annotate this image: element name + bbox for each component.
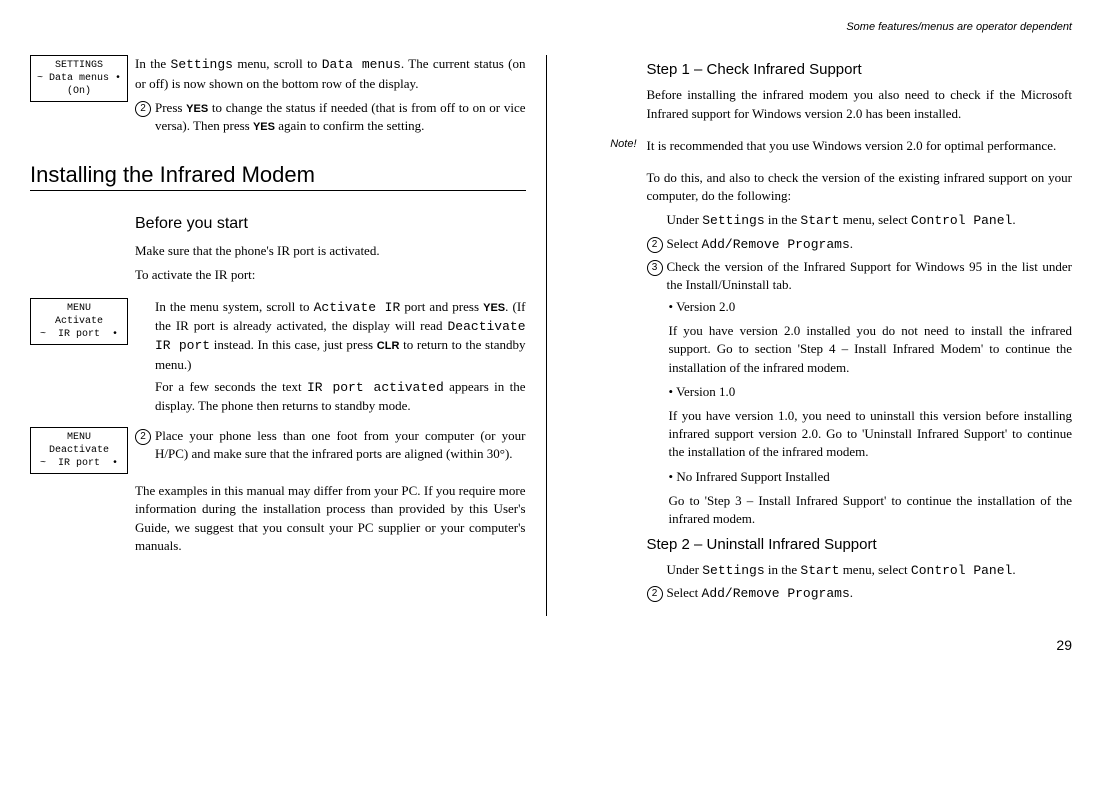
version-bullet: Version 1.0 xyxy=(669,383,1073,401)
phone-display-deactivate: MENU Deactivate ~ IR port • xyxy=(30,427,125,474)
t: in the xyxy=(765,562,801,577)
display-line: ~ IR port • xyxy=(33,328,125,341)
key-yes: YES xyxy=(253,121,275,133)
phone-display-settings: SETTINGS ~ Data menus • (On) xyxy=(30,55,125,139)
display-line: MENU xyxy=(33,302,125,315)
display-line: Activate xyxy=(33,315,125,328)
display-line: Deactivate xyxy=(33,444,125,457)
t: Select xyxy=(667,585,702,600)
t: menu, select xyxy=(839,212,910,227)
menu-item: Settings xyxy=(702,563,764,578)
menu-item: Control Panel xyxy=(911,563,1012,578)
header-note: Some features/menus are operator depende… xyxy=(30,20,1072,35)
t: Check the version of the Infrared Suppor… xyxy=(667,258,1073,294)
paragraph: If you have version 2.0 installed you do… xyxy=(669,322,1073,377)
version-bullet: No Infrared Support Installed xyxy=(669,468,1073,486)
display-text: IR port activated xyxy=(307,380,444,395)
step-number-2-icon: 2 xyxy=(135,101,151,117)
menu-item: Add/Remove Programs xyxy=(702,237,850,252)
menu-item: Add/Remove Programs xyxy=(702,586,850,601)
numbered-step: 3 Check the version of the Infrared Supp… xyxy=(647,258,1073,294)
paragraph: Make sure that the phone's IR port is ac… xyxy=(135,242,526,260)
phone-display-activate: MENU Activate ~ IR port • xyxy=(30,298,125,419)
step-number-2-icon: 2 xyxy=(647,237,663,253)
display-line: ~ Data menus • xyxy=(33,72,125,85)
content-columns: SETTINGS ~ Data menus • (On) In the Sett… xyxy=(30,55,1072,615)
step-number-3-icon: 3 xyxy=(647,260,663,276)
menu-item: Start xyxy=(800,213,839,228)
instruction: Under Settings in the Start menu, select… xyxy=(647,211,1073,230)
numbered-step: 2 Select Add/Remove Programs. xyxy=(647,235,1073,254)
t: Under xyxy=(667,562,703,577)
key-clr: CLR xyxy=(377,340,400,352)
instruction: For a few seconds the text IR port activ… xyxy=(135,378,526,415)
t: Select xyxy=(667,236,702,251)
paragraph: The examples in this manual may differ f… xyxy=(135,482,526,555)
step-heading: Step 2 – Uninstall Infrared Support xyxy=(647,534,1073,555)
t: Press xyxy=(155,100,186,115)
section-heading: Installing the Infrared Modem xyxy=(30,160,526,192)
note-label: Note! xyxy=(577,137,637,161)
display-line: (On) xyxy=(33,85,125,98)
step-heading: Step 1 – Check Infrared Support xyxy=(647,59,1073,80)
t: menu, scroll to xyxy=(233,56,322,71)
menu-item: Start xyxy=(800,563,839,578)
paragraph: Go to 'Step 3 – Install Infrared Support… xyxy=(669,492,1073,528)
instruction: In the menu system, scroll to Activate I… xyxy=(135,298,526,374)
t: again to confirm the setting. xyxy=(275,118,424,133)
paragraph: If you have version 1.0, you need to uni… xyxy=(669,407,1073,462)
left-column: SETTINGS ~ Data menus • (On) In the Sett… xyxy=(30,55,547,615)
menu-item: Settings xyxy=(702,213,764,228)
numbered-step: 2 Press YES to change the status if need… xyxy=(135,99,526,136)
t: Place your phone less than one foot from… xyxy=(155,427,526,463)
note-text: It is recommended that you use Windows v… xyxy=(647,137,1073,155)
t: menu, select xyxy=(839,562,910,577)
version-bullet: Version 2.0 xyxy=(669,298,1073,316)
instruction: Under Settings in the Start menu, select… xyxy=(647,561,1073,580)
t: . xyxy=(850,585,853,600)
subsection-heading: Before you start xyxy=(135,213,526,235)
t: . xyxy=(850,236,853,251)
intro-paragraph: In the Settings menu, scroll to Data men… xyxy=(135,55,526,92)
t: . xyxy=(1012,562,1015,577)
t: in the xyxy=(765,212,801,227)
t: Under xyxy=(667,212,703,227)
numbered-step: 2 Place your phone less than one foot fr… xyxy=(135,427,526,463)
display-line: ~ IR port • xyxy=(33,457,125,470)
menu-name: Settings xyxy=(171,57,233,72)
step-number-2-icon: 2 xyxy=(135,429,151,445)
page-number: 29 xyxy=(30,636,1072,656)
paragraph: Before installing the infrared modem you… xyxy=(647,86,1073,122)
menu-item: Activate IR xyxy=(314,300,401,315)
menu-item: Control Panel xyxy=(911,213,1012,228)
paragraph: To activate the IR port: xyxy=(135,266,526,284)
key-yes: YES xyxy=(483,302,505,314)
t: port and press xyxy=(400,299,483,314)
t: For a few seconds the text xyxy=(155,379,307,394)
display-line: SETTINGS xyxy=(33,59,125,72)
numbered-step: 2 Select Add/Remove Programs. xyxy=(647,584,1073,603)
t: In the xyxy=(135,56,171,71)
key-yes: YES xyxy=(186,103,208,115)
t: . xyxy=(1012,212,1015,227)
menu-item: Data menus xyxy=(322,57,401,72)
right-column: Step 1 – Check Infrared Support Before i… xyxy=(577,55,1073,615)
t: In the menu system, scroll to xyxy=(155,299,314,314)
display-line: MENU xyxy=(33,431,125,444)
step-number-2-icon: 2 xyxy=(647,586,663,602)
t: instead. In this case, just press xyxy=(210,337,377,352)
paragraph: To do this, and also to check the versio… xyxy=(647,169,1073,205)
